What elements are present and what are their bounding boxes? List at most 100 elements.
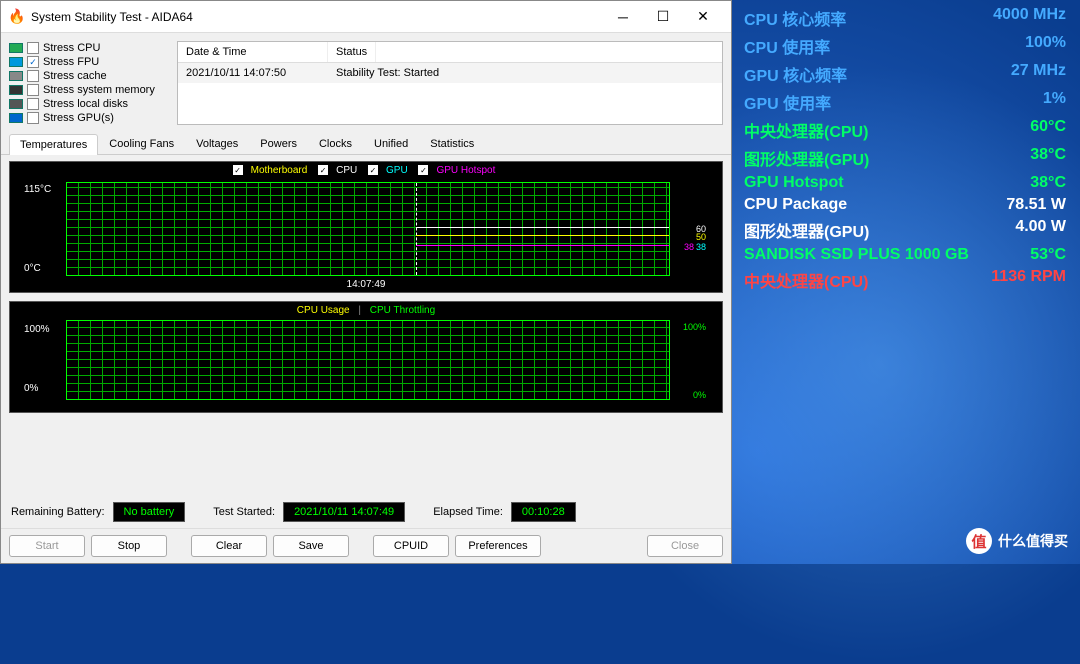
legend-gpu: GPU <box>386 165 408 176</box>
legend-cpu-usage: CPU Usage <box>297 305 350 316</box>
osd-row: CPU Package78.51 W <box>740 194 1070 216</box>
osd-row: CPU 使用率100% <box>740 32 1070 60</box>
stress-option-fpu[interactable]: ✓ Stress FPU <box>9 55 169 69</box>
battery-value: No battery <box>113 502 186 522</box>
osd-row: GPU 核心频率27 MHz <box>740 60 1070 88</box>
osd-value: 78.51 W <box>976 196 1066 214</box>
log-row: 2021/10/11 14:07:50 Stability Test: Star… <box>178 63 722 83</box>
osd-overlay: CPU 核心频率4000 MHzCPU 使用率100%GPU 核心频率27 MH… <box>740 4 1070 294</box>
window-title: System Stability Test - AIDA64 <box>31 10 603 24</box>
temperature-chart: ✓ Motherboard ✓ CPU ✓ GPU ✓ GPU Hotspot 115°… <box>9 161 723 293</box>
osd-label: 中央处理器(CPU) <box>744 268 976 292</box>
stop-button[interactable]: Stop <box>91 535 167 557</box>
osd-label: CPU 使用率 <box>744 34 976 58</box>
osd-row: GPU 使用率1% <box>740 88 1070 116</box>
log-cell-status: Stability Test: Started <box>328 63 447 83</box>
usage-chart: CPU Usage | CPU Throttling 100% 0% 100% … <box>9 301 723 413</box>
tab-unified[interactable]: Unified <box>363 133 419 154</box>
chart-line <box>416 245 669 246</box>
tab-statistics[interactable]: Statistics <box>419 133 485 154</box>
watermark-text: 什么值得买 <box>998 531 1068 551</box>
clear-button[interactable]: Clear <box>191 535 267 557</box>
cpu-icon <box>9 43 23 53</box>
chart-line <box>416 235 669 236</box>
usage-r-min: 0% <box>693 390 706 400</box>
log-table: Date & Time Status 2021/10/11 14:07:50 S… <box>177 41 723 125</box>
checkbox-icon[interactable] <box>27 84 39 96</box>
checkbox-icon[interactable] <box>27 70 39 82</box>
x-axis-marker: 14:07:49 <box>347 279 386 290</box>
stress-option-cpu[interactable]: Stress CPU <box>9 41 169 55</box>
checkbox-icon[interactable]: ✓ <box>27 56 39 68</box>
save-button[interactable]: Save <box>273 535 349 557</box>
legend-separator: | <box>358 305 361 316</box>
osd-row: GPU Hotspot38°C <box>740 172 1070 194</box>
start-button[interactable]: Start <box>9 535 85 557</box>
usage-y-min: 0% <box>24 383 38 394</box>
checkbox-icon[interactable] <box>27 42 39 54</box>
osd-value: 38°C <box>976 174 1066 192</box>
log-cell-datetime: 2021/10/11 14:07:50 <box>178 63 328 83</box>
osd-label: 图形处理器(GPU) <box>744 218 976 242</box>
tab-voltages[interactable]: Voltages <box>185 133 249 154</box>
battery-label: Remaining Battery: <box>11 506 105 518</box>
osd-label: CPU 核心频率 <box>744 6 976 30</box>
tab-temperatures[interactable]: Temperatures <box>9 134 98 155</box>
chart-value-label: 38 <box>684 242 694 252</box>
osd-label: 中央处理器(CPU) <box>744 118 976 142</box>
legend-cpu: CPU <box>336 165 357 176</box>
checkbox-icon[interactable]: ✓ <box>233 165 243 175</box>
stress-label: Stress GPU(s) <box>43 112 114 124</box>
osd-value: 60°C <box>976 118 1066 142</box>
osd-value: 1136 RPM <box>976 268 1066 292</box>
osd-value: 27 MHz <box>976 62 1066 86</box>
checkbox-icon[interactable] <box>27 112 39 124</box>
cpuid-button[interactable]: CPUID <box>373 535 449 557</box>
started-label: Test Started: <box>213 506 275 518</box>
osd-row: 图形处理器(GPU)4.00 W <box>740 216 1070 244</box>
minimize-button[interactable]: ─ <box>603 3 643 31</box>
legend-motherboard: Motherboard <box>251 165 308 176</box>
legend-gpu-hotspot: GPU Hotspot <box>436 165 495 176</box>
stress-option-cache[interactable]: Stress cache <box>9 69 169 83</box>
time-marker <box>416 183 417 275</box>
stress-options: Stress CPU✓Stress FPUStress cacheStress … <box>9 41 169 125</box>
close-dialog-button[interactable]: Close <box>647 535 723 557</box>
usage-r-max: 100% <box>683 322 706 332</box>
checkbox-icon[interactable]: ✓ <box>368 165 378 175</box>
stress-label: Stress system memory <box>43 84 155 96</box>
chart-value-label: 38 <box>696 242 706 252</box>
legend-cpu-throttle: CPU Throttling <box>370 305 435 316</box>
tab-cooling-fans[interactable]: Cooling Fans <box>98 133 185 154</box>
checkbox-icon[interactable] <box>27 98 39 110</box>
checkbox-icon[interactable]: ✓ <box>318 165 328 175</box>
titlebar[interactable]: 🔥 System Stability Test - AIDA64 ─ ☐ ✕ <box>1 1 731 33</box>
aida64-window: 🔥 System Stability Test - AIDA64 ─ ☐ ✕ S… <box>0 0 732 564</box>
stress-option-gpu[interactable]: Stress GPU(s) <box>9 111 169 125</box>
osd-label: GPU Hotspot <box>744 174 976 192</box>
y-axis-min: 0°C <box>24 263 41 274</box>
stress-label: Stress CPU <box>43 42 100 54</box>
preferences-button[interactable]: Preferences <box>455 535 541 557</box>
elapsed-value: 00:10:28 <box>511 502 576 522</box>
osd-row: SANDISK SSD PLUS 1000 GB53°C <box>740 244 1070 266</box>
stress-label: Stress FPU <box>43 56 99 68</box>
osd-label: GPU 使用率 <box>744 90 976 114</box>
tab-clocks[interactable]: Clocks <box>308 133 363 154</box>
y-axis-max: 115°C <box>24 184 51 195</box>
maximize-button[interactable]: ☐ <box>643 3 683 31</box>
stress-option-mem[interactable]: Stress system memory <box>9 83 169 97</box>
elapsed-label: Elapsed Time: <box>433 506 503 518</box>
osd-value: 53°C <box>976 246 1066 264</box>
watermark-icon: 值 <box>966 528 992 554</box>
log-header-status: Status <box>328 42 376 62</box>
close-button[interactable]: ✕ <box>683 3 723 31</box>
gpu-icon <box>9 113 23 123</box>
tab-powers[interactable]: Powers <box>249 133 308 154</box>
status-bar: Remaining Battery: No battery Test Start… <box>1 496 731 528</box>
osd-value: 38°C <box>976 146 1066 170</box>
stress-option-disk[interactable]: Stress local disks <box>9 97 169 111</box>
osd-label: CPU Package <box>744 196 976 214</box>
checkbox-icon[interactable]: ✓ <box>418 165 428 175</box>
usage-y-max: 100% <box>24 324 50 335</box>
